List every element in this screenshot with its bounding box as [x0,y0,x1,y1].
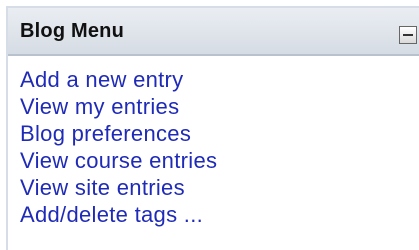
block-header: Blog Menu [8,8,419,56]
add-delete-tags-link[interactable]: Add/delete tags ... [20,201,419,228]
blog-preferences-link[interactable]: Blog preferences [20,120,419,147]
minus-icon [403,34,413,36]
block-title: Blog Menu [20,20,125,42]
block-content: Add a new entry View my entries Blog pre… [8,56,419,228]
collapse-button[interactable] [399,26,417,44]
blog-menu-block: Blog Menu Add a new entry View my entrie… [6,6,419,250]
add-new-entry-link[interactable]: Add a new entry [20,66,419,93]
view-site-entries-link[interactable]: View site entries [20,174,419,201]
view-course-entries-link[interactable]: View course entries [20,147,419,174]
view-my-entries-link[interactable]: View my entries [20,93,419,120]
